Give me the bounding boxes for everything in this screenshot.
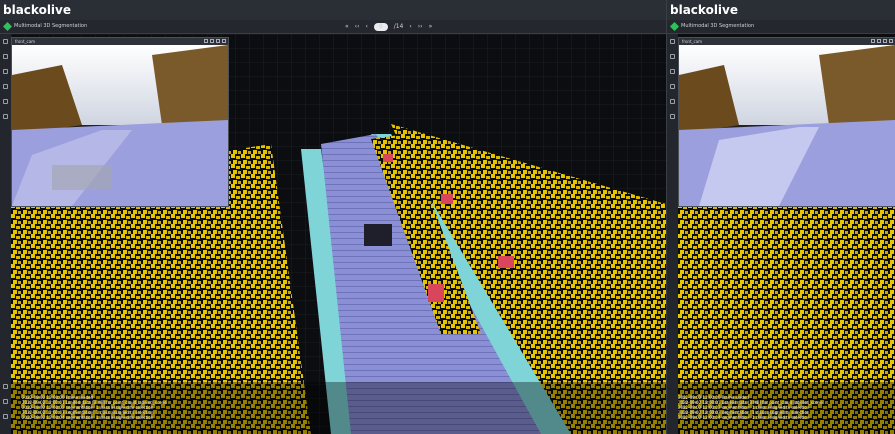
prev10-frame-button[interactable]: ‹‹ bbox=[355, 23, 360, 30]
expand-icon[interactable] bbox=[216, 39, 220, 43]
top-toolbar: Multimodal 3D Segmentation bbox=[667, 20, 895, 34]
task-title: Multimodal 3D Segmentation bbox=[681, 23, 755, 29]
cursor-tool-icon[interactable] bbox=[670, 39, 675, 44]
brush-tool-icon[interactable] bbox=[670, 54, 675, 59]
camera-image bbox=[679, 45, 895, 206]
box-tool-icon[interactable] bbox=[3, 84, 8, 89]
tool-rail bbox=[0, 34, 11, 434]
camera-header: front_cam bbox=[12, 38, 228, 45]
last-frame-button[interactable]: » bbox=[429, 23, 433, 30]
frame-number-input[interactable]: 8 bbox=[373, 22, 388, 31]
task-title: Multimodal 3D Segmentation bbox=[14, 23, 88, 29]
brand-logo-text: blackolive bbox=[667, 0, 895, 20]
tool-rail bbox=[667, 34, 678, 434]
zoom-icon[interactable] bbox=[871, 39, 875, 43]
polygon-tool-icon[interactable] bbox=[670, 69, 675, 74]
top-toolbar: Multimodal 3D Segmentation « ‹‹ ‹ 8 /14 … bbox=[0, 20, 666, 34]
app-logo-icon bbox=[3, 22, 12, 31]
point-cloud-viewport[interactable]: front_cam 2022-09-02 12:00:00 Frame load… bbox=[11, 34, 666, 434]
brand-logo-text: blackolive bbox=[0, 0, 666, 20]
box-tool-icon[interactable] bbox=[670, 84, 675, 89]
layers-icon[interactable] bbox=[3, 399, 8, 404]
settings-tool-icon[interactable] bbox=[670, 114, 675, 119]
app-logo-icon bbox=[670, 22, 679, 31]
cursor-tool-icon[interactable] bbox=[3, 39, 8, 44]
expand-icon[interactable] bbox=[883, 39, 887, 43]
settings-tool-icon[interactable] bbox=[3, 114, 8, 119]
help-icon[interactable] bbox=[3, 414, 8, 419]
frame-total: /14 bbox=[393, 23, 404, 30]
next-frame-button[interactable]: › bbox=[409, 23, 411, 30]
next10-frame-button[interactable]: ›› bbox=[418, 23, 423, 30]
camera-header: front_cam bbox=[679, 38, 895, 45]
pin-icon[interactable] bbox=[877, 39, 881, 43]
log-line: 2022-09-02 12:00:04 segmentation: 1 clas… bbox=[22, 415, 154, 420]
pin-icon[interactable] bbox=[210, 39, 214, 43]
close-icon[interactable] bbox=[222, 39, 226, 43]
secondary-pane: blackolive Multimodal 3D Segmentation fr… bbox=[666, 0, 895, 434]
camera-image bbox=[12, 45, 228, 206]
main-pane: blackolive Multimodal 3D Segmentation « … bbox=[0, 0, 666, 434]
eraser-tool-icon[interactable] bbox=[3, 99, 8, 104]
camera-preview-panel[interactable]: front_cam bbox=[11, 37, 229, 207]
eraser-tool-icon[interactable] bbox=[670, 99, 675, 104]
polygon-tool-icon[interactable] bbox=[3, 69, 8, 74]
camera-preview-panel[interactable]: front_cam bbox=[678, 37, 895, 207]
brush-tool-icon[interactable] bbox=[3, 54, 8, 59]
point-cloud-viewport[interactable]: front_cam 2022-09-02 12:00:00 Frame load… bbox=[678, 34, 895, 434]
save-icon[interactable] bbox=[3, 384, 8, 389]
camera-label: front_cam bbox=[682, 39, 703, 44]
zoom-icon[interactable] bbox=[204, 39, 208, 43]
camera-label: front_cam bbox=[15, 39, 36, 44]
prev-frame-button[interactable]: ‹ bbox=[365, 23, 367, 30]
activity-log: 2022-09-02 12:00:00 Frame loaded 2022-09… bbox=[22, 395, 167, 420]
first-frame-button[interactable]: « bbox=[345, 23, 349, 30]
log-line: 2022-09-02 12:00:04 segmentation: 1 clas… bbox=[678, 415, 810, 420]
close-icon[interactable] bbox=[889, 39, 893, 43]
activity-log: 2022-09-02 12:00:00 Frame loaded 2022-09… bbox=[678, 395, 823, 420]
frame-navigation: « ‹‹ ‹ 8 /14 › ›› » bbox=[345, 21, 432, 32]
